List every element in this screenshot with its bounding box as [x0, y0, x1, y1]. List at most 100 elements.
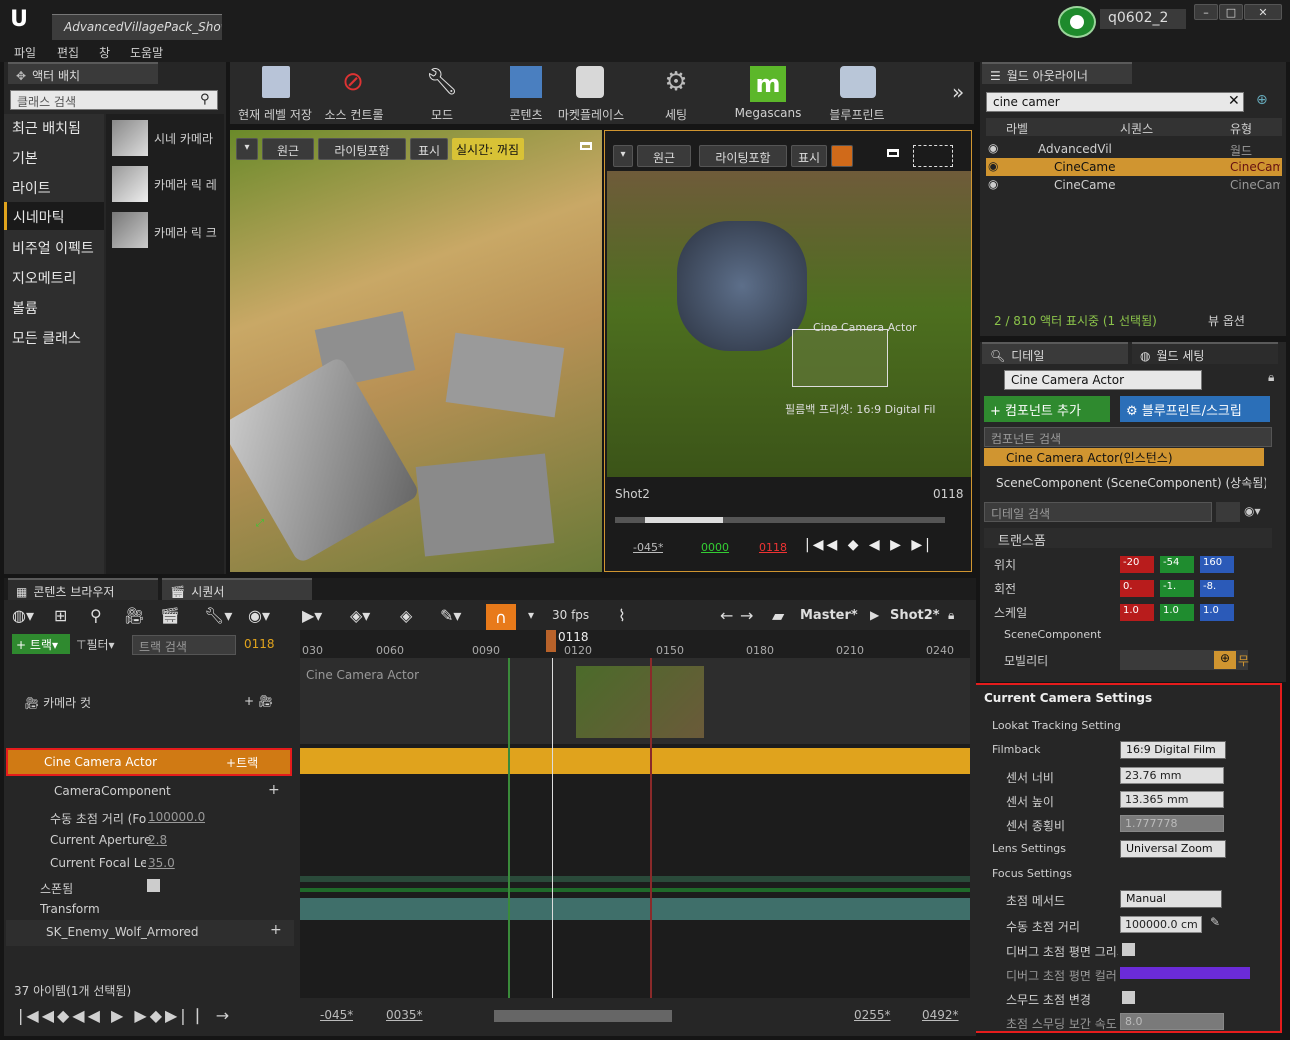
view-end-time[interactable]: 0492* — [922, 1008, 959, 1022]
eye-icon[interactable]: ◉▾ — [1244, 504, 1261, 518]
filmback-label[interactable]: Filmback — [992, 743, 1041, 756]
current-frame-field[interactable]: 0118 — [244, 637, 275, 651]
scale-y[interactable]: 1.0 — [1160, 604, 1194, 621]
modes-button[interactable]: 🔧︎ 모드 — [412, 64, 472, 122]
location-x[interactable]: -20 — [1120, 556, 1154, 573]
clear-search-icon[interactable]: ✕ — [1228, 93, 1240, 109]
focus-settings-category[interactable]: Focus Settings — [992, 867, 1072, 880]
debug-focus-color-swatch[interactable] — [1120, 967, 1250, 979]
blueprint-script-button[interactable]: ⚙ 블루프린트/스크립 — [1120, 396, 1270, 422]
col-type[interactable]: 유형 — [1230, 120, 1252, 137]
minimize-button[interactable]: – — [1194, 4, 1218, 20]
scale-z[interactable]: 1.0 — [1200, 604, 1234, 621]
category-volumes[interactable]: 볼륨 — [12, 298, 38, 318]
perspective-button[interactable]: 원근 — [637, 145, 691, 167]
close-button[interactable]: ✕ — [1244, 4, 1282, 20]
scale-x[interactable]: 1.0 — [1120, 604, 1154, 621]
time-zero[interactable]: 0000 — [701, 541, 729, 554]
aperture-track-value[interactable]: 2.8 — [148, 833, 167, 847]
marketplace-button[interactable]: 마켓플레이스 — [556, 64, 626, 122]
timeline-area[interactable]: Cine Camera Actor — [300, 658, 970, 998]
focal-length-track-label[interactable]: Current Focal Ler — [50, 856, 146, 870]
sensor-width-field[interactable]: 23.76 mm — [1120, 767, 1224, 784]
sequencer-tab[interactable]: 🎬︎ 시퀀서 — [162, 578, 312, 600]
camera-settings-category[interactable]: Current Camera Settings — [984, 691, 1152, 705]
filmback-dropdown[interactable]: 16:9 Digital Film — [1120, 741, 1226, 759]
class-search-input[interactable]: 클래스 검색 — [10, 90, 218, 110]
visibility-eye-icon[interactable]: ◉ — [988, 159, 998, 173]
focus-method-dropdown[interactable]: Manual — [1120, 890, 1222, 908]
camera-cut-track-label[interactable]: 🎥︎ 카메라 컷 — [24, 694, 91, 711]
timeline-scrollbar[interactable] — [494, 1010, 672, 1022]
category-visual-effects[interactable]: 비주얼 이펙트 — [12, 238, 94, 258]
playback-start-time[interactable]: 0035* — [386, 1008, 423, 1022]
manual-focus-field[interactable]: 100000.0 cm — [1120, 916, 1202, 933]
source-control-status-icon[interactable] — [1058, 6, 1096, 38]
camera-icon[interactable]: 🎥︎ — [124, 606, 144, 625]
view-start-time[interactable]: -045* — [320, 1008, 353, 1022]
play-icon[interactable]: ▶▾ — [302, 606, 322, 625]
maximize-viewport-icon[interactable] — [887, 149, 899, 157]
time-current[interactable]: 0118 — [759, 541, 787, 554]
settings-button[interactable]: ⚙ 세팅 — [646, 64, 706, 122]
save-sequence-icon[interactable]: ⊞ — [54, 606, 67, 625]
left-viewport[interactable]: ▾ 원근 라이팅포함 표시 실시간: 꺼짐 ⤢ — [230, 130, 602, 572]
lighting-button[interactable]: 라이팅포함 — [318, 138, 406, 160]
outliner-row-selected[interactable]: ◉ CineCamera CineCam — [986, 158, 1282, 176]
category-basic[interactable]: 기본 — [12, 148, 38, 168]
transform-track-label[interactable]: Transform — [40, 902, 100, 916]
location-y[interactable]: -54 — [1160, 556, 1194, 573]
forward-arrow-icon[interactable]: → — [740, 606, 753, 625]
sensor-height-field[interactable]: 13.365 mm — [1120, 791, 1224, 808]
lighting-button[interactable]: 라이팅포함 — [699, 145, 787, 167]
scene-component-row[interactable]: SceneComponent (SceneComponent) (상속됨) — [996, 474, 1266, 491]
location-label[interactable]: 위치 — [994, 556, 1016, 573]
back-arrow-icon[interactable]: ← — [720, 606, 733, 625]
actor-name-field[interactable]: Cine Camera Actor — [1004, 370, 1202, 390]
actor-item-camera-rail[interactable]: 카메라 릭 레 — [154, 176, 222, 193]
rotation-y[interactable]: -1. — [1160, 580, 1194, 597]
snap-magnet-icon[interactable]: ∩ — [486, 604, 516, 630]
menu-file[interactable]: 파일 — [14, 44, 36, 61]
outliner-search-input[interactable]: cine camer — [986, 92, 1244, 112]
eyedropper-icon[interactable]: ✎ — [1210, 915, 1220, 929]
scene-component-category[interactable]: SceneComponent — [1004, 628, 1101, 641]
visibility-eye-icon[interactable]: ◉ — [988, 141, 998, 155]
search-icon[interactable]: ⚲ — [90, 606, 102, 625]
playback-end-time[interactable]: 0255* — [854, 1008, 891, 1022]
outliner-row[interactable]: ◉ AdvancedVilla 월드 — [986, 140, 1282, 158]
world-settings-tab[interactable]: ◍ 월드 세팅 — [1132, 342, 1278, 364]
debug-focus-plane-checkbox[interactable] — [1122, 943, 1135, 956]
visibility-eye-icon[interactable]: ◉ — [988, 177, 998, 191]
grid-view-icon[interactable] — [1216, 502, 1240, 522]
maximize-viewport-icon[interactable] — [580, 142, 592, 150]
blueprints-button[interactable]: 블루프린트 — [822, 64, 892, 122]
focal-length-track-value[interactable]: 35.0 — [148, 856, 175, 870]
col-label[interactable]: 라벨 — [1006, 120, 1028, 137]
playback-controls[interactable]: |◀◀ ◆ ◀ ▶ ▶| — [805, 537, 971, 553]
perspective-button[interactable]: 원근 — [262, 138, 314, 160]
right-viewport[interactable]: Cine Camera Actor 필름백 프리셋: 16:9 Digital … — [604, 130, 972, 572]
lock-icon[interactable]: 🔒︎ — [1268, 370, 1274, 385]
megascans-button[interactable]: m Megascans — [730, 64, 806, 122]
add-track-button[interactable]: + 트랙▾ — [12, 634, 70, 654]
sk-enemy-row[interactable]: SK_Enemy_Wolf_Armored + — [6, 920, 294, 946]
location-z[interactable]: 160 — [1200, 556, 1234, 573]
menu-edit[interactable]: 편집 — [57, 44, 79, 61]
rotation-z[interactable]: -8. — [1200, 580, 1234, 597]
add-camera-cut-icon[interactable]: + 🎥︎ — [244, 694, 273, 708]
track-search-input[interactable]: 트랙 검색 — [132, 635, 236, 655]
key-icon[interactable]: ◈▾ — [350, 606, 370, 625]
add-filter-icon[interactable]: ⊕ — [1256, 92, 1268, 108]
transform-category[interactable]: 트랜스폼 — [984, 528, 1272, 549]
save-level-button[interactable]: 현재 레벨 저장 — [234, 64, 316, 122]
rotation-x[interactable]: 0. — [1120, 580, 1154, 597]
aspect-ratio-icon[interactable] — [913, 145, 953, 167]
rotation-label[interactable]: 회전 — [994, 580, 1016, 597]
lens-settings-label[interactable]: Lens Settings — [992, 842, 1066, 855]
eye-icon[interactable]: ◉▾ — [248, 606, 270, 625]
breadcrumb-master[interactable]: Master* — [800, 608, 858, 623]
smooth-focus-checkbox[interactable] — [1122, 991, 1135, 1004]
camera-lock-icon[interactable] — [831, 145, 853, 167]
playhead-handle[interactable] — [546, 630, 556, 652]
